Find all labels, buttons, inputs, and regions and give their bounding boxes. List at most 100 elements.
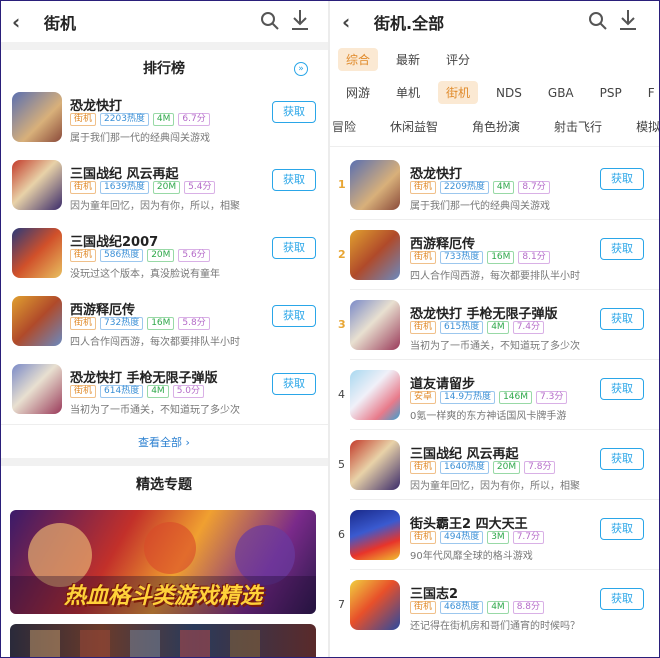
get-button[interactable]: 获取 [272, 101, 316, 123]
game-tags: 街机 1639热度 20M 5.4分 [70, 181, 216, 194]
download-icon[interactable] [290, 9, 310, 31]
category-tag: 街机 [70, 385, 97, 398]
list-item[interactable]: 2 西游释厄传 街机 733热度 16M 8.1分 四人合作闯西游，每次都要排队… [330, 220, 660, 290]
back-button[interactable]: ‹ [342, 10, 350, 34]
category-tag: 街机 [410, 531, 437, 544]
tab-rating[interactable]: 评分 [438, 48, 478, 71]
heat-tag: 732热度 [100, 317, 144, 330]
list-item[interactable]: 恐龙快打 手枪无限子弹版 街机 614热度 4M 5.0分 当初为了一币通关，不… [0, 360, 328, 428]
category-tag: 街机 [70, 317, 97, 330]
category-tag: 街机 [410, 181, 437, 194]
tab-online[interactable]: 网游 [338, 81, 378, 104]
score-tag: 5.4分 [184, 181, 216, 194]
game-description: 四人合作闯西游，每次都要排队半小时 [410, 271, 580, 282]
get-button[interactable]: 获取 [600, 518, 644, 540]
tab-f[interactable]: F [640, 83, 660, 103]
get-button[interactable]: 获取 [600, 378, 644, 400]
ranking-more-icon[interactable]: » [294, 62, 308, 76]
featured-banner-2[interactable] [10, 624, 316, 658]
game-tags: 街机 494热度 3M 7.7分 [410, 531, 545, 544]
get-button[interactable]: 获取 [600, 308, 644, 330]
search-icon[interactable] [588, 11, 608, 31]
score-tag: 8.7分 [518, 181, 550, 194]
category-tag: 街机 [410, 251, 437, 264]
score-tag: 7.7分 [512, 531, 545, 544]
rank-number: 3 [338, 318, 346, 331]
game-name: 恐龙快打 [410, 167, 463, 182]
get-button[interactable]: 获取 [272, 373, 316, 395]
size-tag: 16M [147, 317, 175, 330]
game-tags: 街机 615热度 4M 7.4分 [410, 321, 545, 334]
top-bar: ‹ 街机.全部 [330, 0, 660, 42]
game-description: 因为童年回忆，因为有你，所以，相聚 [410, 481, 580, 492]
tab-arcade[interactable]: 街机 [438, 81, 479, 104]
score-tag: 8.1分 [518, 251, 550, 264]
tab-gba[interactable]: GBA [540, 83, 582, 103]
score-tag: 5.0分 [172, 385, 205, 398]
search-icon[interactable] [260, 11, 280, 31]
game-description: 属于我们那一代的经典闯关游戏 [410, 201, 550, 212]
game-name: 恐龙快打 手枪无限子弹版 [410, 307, 558, 322]
list-item[interactable]: 7 三国志2 街机 468热度 4M 8.8分 还记得在街机房和哥们通宵的时候吗… [330, 570, 660, 640]
game-name: 街头霸王2 四大天王 [410, 517, 528, 532]
heat-tag: 494热度 [440, 531, 484, 544]
tab-adventure[interactable]: 冒险 [330, 115, 364, 138]
list-item[interactable]: 3 恐龙快打 手枪无限子弹版 街机 615热度 4M 7.4分 当初为了一币通关… [330, 290, 660, 360]
game-icon [350, 370, 400, 420]
score-tag: 7.4分 [512, 321, 545, 334]
list-item[interactable]: 5 三国战纪 风云再起 街机 1640热度 20M 7.8分 因为童年回忆，因为… [330, 430, 660, 500]
tab-psp[interactable]: PSP [592, 83, 630, 103]
game-name: 三国战纪 风云再起 [410, 447, 519, 462]
get-button[interactable]: 获取 [272, 305, 316, 327]
list-item[interactable]: 西游释厄传 街机 732热度 16M 5.8分 四人合作闯西游，每次都要排队半小… [0, 292, 328, 360]
download-icon[interactable] [618, 9, 638, 31]
view-all-link[interactable]: 查看全部 › [0, 434, 328, 450]
score-tag: 6.7分 [178, 113, 210, 126]
tab-nds[interactable]: NDS [488, 83, 530, 103]
tab-rpg[interactable]: 角色扮演 [464, 115, 528, 138]
back-button[interactable]: ‹ [12, 10, 20, 34]
category-tag: 安卓 [410, 391, 437, 404]
game-description: 没玩过这个版本，真没脸说有童年 [70, 269, 220, 280]
size-tag: 20M [492, 461, 521, 474]
category-tag: 街机 [410, 601, 437, 614]
tab-casual-puzzle[interactable]: 休闲益智 [382, 115, 446, 138]
game-name: 恐龙快打 手枪无限子弹版 [70, 371, 218, 386]
tab-simulation[interactable]: 模拟游戏 [628, 115, 660, 138]
get-button[interactable]: 获取 [600, 238, 644, 260]
tab-shooting[interactable]: 射击飞行 [546, 115, 610, 138]
tab-comprehensive[interactable]: 综合 [338, 48, 379, 71]
get-button[interactable]: 获取 [600, 588, 644, 610]
game-description: 当初为了一币通关，不知道玩了多少次 [70, 405, 240, 416]
banner-artwork [30, 630, 260, 658]
game-name: 三国战纪2007 [70, 235, 159, 250]
game-name: 道友请留步 [410, 377, 476, 392]
game-icon [12, 92, 62, 142]
game-tags: 街机 2203热度 4M 6.7分 [70, 113, 210, 126]
list-item[interactable]: 4 道友请留步 安卓 14.9万热度 146M 7.3分 0氪一样爽的东方神话国… [330, 360, 660, 430]
page-title: 街机.全部 [374, 14, 445, 33]
heat-tag: 14.9万热度 [440, 391, 496, 404]
get-button[interactable]: 获取 [600, 168, 644, 190]
size-tag: 146M [499, 391, 533, 404]
game-tags: 安卓 14.9万热度 146M 7.3分 [410, 391, 568, 404]
get-button[interactable]: 获取 [272, 237, 316, 259]
get-button[interactable]: 获取 [272, 169, 316, 191]
size-tag: 4M [487, 321, 509, 334]
ranking-header: 排行榜 » [0, 50, 328, 88]
score-tag: 7.8分 [524, 461, 556, 474]
game-icon [12, 160, 62, 210]
rank-number: 2 [338, 248, 346, 261]
tab-standalone[interactable]: 单机 [388, 81, 428, 104]
featured-banner[interactable]: 热血格斗类游戏精选 [10, 510, 316, 614]
tab-latest[interactable]: 最新 [388, 48, 428, 71]
list-item[interactable]: 三国战纪2007 街机 586热度 20M 5.6分 没玩过这个版本，真没脸说有… [0, 224, 328, 292]
list-item[interactable]: 6 街头霸王2 四大天王 街机 494热度 3M 7.7分 90年代风靡全球的格… [330, 500, 660, 570]
list-item[interactable]: 恐龙快打 街机 2203热度 4M 6.7分 属于我们那一代的经典闯关游戏 获取 [0, 88, 328, 156]
list-item[interactable]: 1 恐龙快打 街机 2209热度 4M 8.7分 属于我们那一代的经典闯关游戏 … [330, 150, 660, 220]
list-item[interactable]: 三国战纪 风云再起 街机 1639热度 20M 5.4分 因为童年回忆，因为有你… [0, 156, 328, 224]
chevron-right-icon: › [185, 436, 190, 449]
game-icon [350, 160, 400, 210]
heat-tag: 2209热度 [440, 181, 489, 194]
get-button[interactable]: 获取 [600, 448, 644, 470]
